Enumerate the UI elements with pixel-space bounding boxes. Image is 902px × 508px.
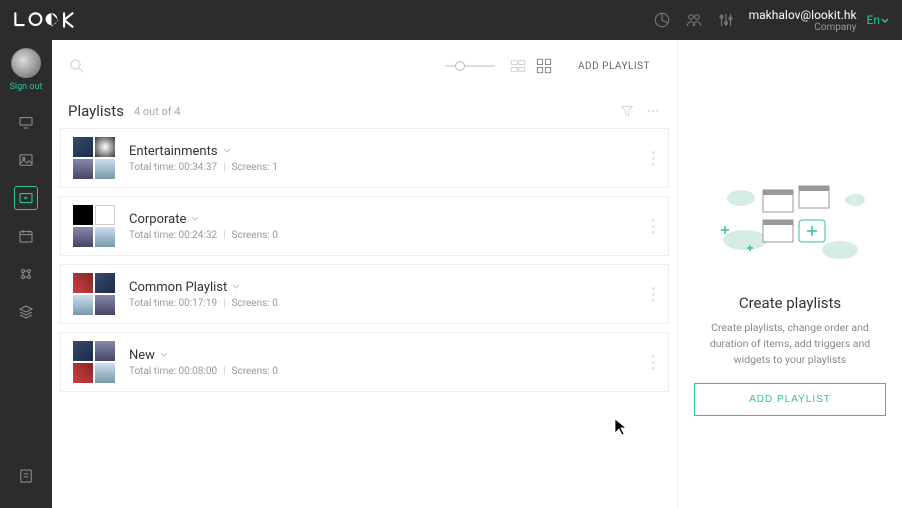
add-playlist-button[interactable]: ADD PLAYLIST — [694, 383, 886, 416]
more-icon[interactable] — [645, 103, 661, 119]
playlist-thumbs — [73, 341, 115, 383]
app-logo[interactable] — [12, 9, 96, 31]
nav-playlists-icon[interactable] — [14, 186, 38, 210]
nav-schedule-icon[interactable] — [14, 224, 38, 248]
drag-handle[interactable] — [652, 219, 656, 234]
drag-handle[interactable] — [652, 151, 656, 166]
section-subheader: Playlists 4 out of 4 — [52, 92, 677, 128]
playlist-meta: Total time: 00:24:32|Screens: 0 — [129, 230, 652, 241]
playlist-name: Entertainments — [129, 144, 218, 159]
nav-screens-icon[interactable] — [14, 110, 38, 134]
chevron-down-icon — [222, 146, 232, 156]
view-list-icon[interactable] — [509, 57, 527, 75]
chevron-down-icon — [190, 214, 200, 224]
drag-handle[interactable] — [652, 355, 656, 370]
playlist-name: New — [129, 348, 155, 363]
avatar[interactable] — [11, 48, 41, 78]
right-panel: Create playlists Create playlists, chang… — [678, 40, 902, 508]
section-count: 4 out of 4 — [134, 105, 181, 118]
right-panel-title: Create playlists — [739, 294, 841, 312]
pie-icon[interactable] — [653, 11, 671, 29]
playlist-card[interactable]: Corporate Total time: 00:24:32|Screens: … — [60, 196, 669, 256]
language-switch[interactable]: En — [867, 13, 890, 27]
user-block[interactable]: makhalov@lookit.hk Company — [749, 8, 857, 33]
chevron-down-icon — [159, 350, 169, 360]
playlist-name: Common Playlist — [129, 280, 227, 295]
create-playlist-illustration — [705, 180, 875, 274]
user-company-label: Company — [749, 22, 857, 33]
nav-help-icon[interactable] — [14, 464, 38, 488]
nav-layers-icon[interactable] — [14, 300, 38, 324]
chevron-down-icon — [880, 15, 890, 25]
filter-icon[interactable] — [619, 103, 635, 119]
playlist-card[interactable]: Entertainments Total time: 00:34:37|Scre… — [60, 128, 669, 188]
left-sidebar: Sign out — [0, 40, 52, 508]
drag-handle[interactable] — [652, 287, 656, 302]
search-icon[interactable] — [68, 57, 86, 75]
playlist-meta: Total time: 00:08:00|Screens: 0 — [129, 366, 652, 377]
user-email: makhalov@lookit.hk — [749, 8, 857, 22]
zoom-slider[interactable] — [445, 65, 495, 67]
signout-link[interactable]: Sign out — [10, 82, 43, 92]
toolbar: ADD PLAYLIST — [52, 40, 677, 92]
nav-apps-icon[interactable] — [14, 262, 38, 286]
add-playlist-button-top[interactable]: ADD PLAYLIST — [567, 54, 661, 79]
view-grid-icon[interactable] — [535, 57, 553, 75]
playlist-card[interactable]: New Total time: 00:08:00|Screens: 0 — [60, 332, 669, 392]
playlist-card[interactable]: Common Playlist Total time: 00:17:19|Scr… — [60, 264, 669, 324]
app-header: makhalov@lookit.hk Company En — [0, 0, 902, 40]
right-panel-desc: Create playlists, change order and durat… — [694, 320, 886, 367]
playlist-name: Corporate — [129, 212, 186, 227]
chevron-down-icon — [231, 282, 241, 292]
playlist-thumbs — [73, 205, 115, 247]
section-title: Playlists — [68, 102, 124, 120]
playlist-thumbs — [73, 137, 115, 179]
users-icon[interactable] — [685, 11, 703, 29]
nav-media-icon[interactable] — [14, 148, 38, 172]
playlist-meta: Total time: 00:34:37|Screens: 1 — [129, 162, 652, 173]
playlist-list: Entertainments Total time: 00:34:37|Scre… — [52, 128, 677, 400]
playlist-thumbs — [73, 273, 115, 315]
sliders-icon[interactable] — [717, 11, 735, 29]
content-area: ADD PLAYLIST Playlists 4 out of 4 Entert… — [52, 40, 678, 508]
header-icon-group — [653, 11, 735, 29]
playlist-meta: Total time: 00:17:19|Screens: 0 — [129, 298, 652, 309]
